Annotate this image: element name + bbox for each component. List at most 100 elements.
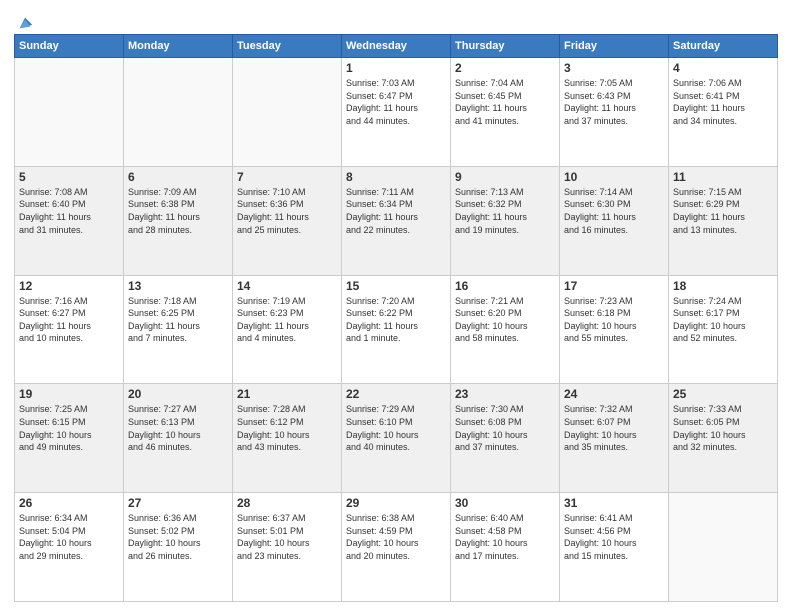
day-info: Sunrise: 6:34 AM Sunset: 5:04 PM Dayligh… — [19, 512, 119, 562]
weekday-header-thursday: Thursday — [451, 35, 560, 58]
day-info: Sunrise: 6:36 AM Sunset: 5:02 PM Dayligh… — [128, 512, 228, 562]
calendar-cell: 9Sunrise: 7:13 AM Sunset: 6:32 PM Daylig… — [451, 166, 560, 275]
day-number: 25 — [673, 387, 773, 401]
day-number: 2 — [455, 61, 555, 75]
calendar-cell: 31 Sunrise: 6:41 AM Sunset: 4:56 PM Dayli… — [560, 493, 669, 602]
calendar-cell: 13 Sunrise: 7:18 AM Sunset: 6:25 PM Dayli… — [124, 275, 233, 384]
calendar-cell: 28 Sunrise: 6:37 AM Sunset: 5:01 PM Dayli… — [233, 493, 342, 602]
day-info: Sunrise: 6:37 AM Sunset: 5:01 PM Dayligh… — [237, 512, 337, 562]
day-number: 3 — [564, 61, 664, 75]
weekday-header-friday: Friday — [560, 35, 669, 58]
day-info: Sunrise: 7:32 AM Sunset: 6:07 PM Dayligh… — [564, 403, 664, 453]
calendar-cell: 15 Sunrise: 7:20 AM Sunset: 6:22 PM Dayli… — [342, 275, 451, 384]
day-info: Sunrise: 7:21 AM Sunset: 6:20 PM Dayligh… — [455, 295, 555, 345]
calendar-week-row: 26 Sunrise: 6:34 AM Sunset: 5:04 PM Dayli… — [15, 493, 778, 602]
calendar-cell — [15, 58, 124, 167]
day-number: 22 — [346, 387, 446, 401]
day-number: 13 — [128, 279, 228, 293]
calendar-cell: 8 Sunrise: 7:11 AM Sunset: 6:34 PM Daylig… — [342, 166, 451, 275]
calendar-cell: 5 Sunrise: 7:08 AM Sunset: 6:40 PM Daylig… — [15, 166, 124, 275]
calendar-week-row: 19Sunrise: 7:25 AM Sunset: 6:15 PM Dayli… — [15, 384, 778, 493]
day-number: 24 — [564, 387, 664, 401]
day-number: 9 — [455, 170, 555, 184]
day-number: 31 — [564, 496, 664, 510]
day-info: Sunrise: 7:15 AM Sunset: 6:29 PM Dayligh… — [673, 186, 773, 236]
day-info: Sunrise: 7:24 AM Sunset: 6:17 PM Dayligh… — [673, 295, 773, 345]
calendar-cell: 1Sunrise: 7:03 AM Sunset: 6:47 PM Daylig… — [342, 58, 451, 167]
day-number: 15 — [346, 279, 446, 293]
day-info: Sunrise: 7:25 AM Sunset: 6:15 PM Dayligh… — [19, 403, 119, 453]
calendar-cell: 6 Sunrise: 7:09 AM Sunset: 6:38 PM Daylig… — [124, 166, 233, 275]
day-info: Sunrise: 7:19 AM Sunset: 6:23 PM Dayligh… — [237, 295, 337, 345]
day-info: Sunrise: 7:04 AM Sunset: 6:45 PM Dayligh… — [455, 77, 555, 127]
weekday-header-saturday: Saturday — [669, 35, 778, 58]
weekday-header-sunday: Sunday — [15, 35, 124, 58]
calendar-cell — [233, 58, 342, 167]
day-number: 28 — [237, 496, 337, 510]
day-number: 7 — [237, 170, 337, 184]
day-number: 23 — [455, 387, 555, 401]
weekday-header-row: SundayMondayTuesdayWednesdayThursdayFrid… — [15, 35, 778, 58]
day-info: Sunrise: 6:41 AM Sunset: 4:56 PM Dayligh… — [564, 512, 664, 562]
day-info: Sunrise: 7:05 AM Sunset: 6:43 PM Dayligh… — [564, 77, 664, 127]
day-number: 10 — [564, 170, 664, 184]
calendar-cell — [124, 58, 233, 167]
calendar-cell: 20 Sunrise: 7:27 AM Sunset: 6:13 PM Dayli… — [124, 384, 233, 493]
day-info: Sunrise: 7:16 AM Sunset: 6:27 PM Dayligh… — [19, 295, 119, 345]
day-number: 18 — [673, 279, 773, 293]
calendar-cell: 26 Sunrise: 6:34 AM Sunset: 5:04 PM Dayli… — [15, 493, 124, 602]
calendar-cell: 10 Sunrise: 7:14 AM Sunset: 6:30 PM Dayli… — [560, 166, 669, 275]
day-info: Sunrise: 7:09 AM Sunset: 6:38 PM Dayligh… — [128, 186, 228, 236]
calendar-cell: 22 Sunrise: 7:29 AM Sunset: 6:10 PM Dayli… — [342, 384, 451, 493]
calendar-cell: 7Sunrise: 7:10 AM Sunset: 6:36 PM Daylig… — [233, 166, 342, 275]
day-number: 5 — [19, 170, 119, 184]
day-info: Sunrise: 7:29 AM Sunset: 6:10 PM Dayligh… — [346, 403, 446, 453]
day-number: 20 — [128, 387, 228, 401]
calendar-cell: 29 Sunrise: 6:38 AM Sunset: 4:59 PM Dayli… — [342, 493, 451, 602]
day-number: 1 — [346, 61, 446, 75]
day-info: Sunrise: 7:08 AM Sunset: 6:40 PM Dayligh… — [19, 186, 119, 236]
calendar-week-row: 12 Sunrise: 7:16 AM Sunset: 6:27 PM Dayli… — [15, 275, 778, 384]
day-number: 21 — [237, 387, 337, 401]
calendar-cell: 4Sunrise: 7:06 AM Sunset: 6:41 PM Daylig… — [669, 58, 778, 167]
day-info: Sunrise: 6:38 AM Sunset: 4:59 PM Dayligh… — [346, 512, 446, 562]
calendar-cell: 18 Sunrise: 7:24 AM Sunset: 6:17 PM Dayli… — [669, 275, 778, 384]
day-info: Sunrise: 7:11 AM Sunset: 6:34 PM Dayligh… — [346, 186, 446, 236]
calendar-cell: 24 Sunrise: 7:32 AM Sunset: 6:07 PM Dayli… — [560, 384, 669, 493]
day-info: Sunrise: 7:33 AM Sunset: 6:05 PM Dayligh… — [673, 403, 773, 453]
calendar-cell: 17 Sunrise: 7:23 AM Sunset: 6:18 PM Dayli… — [560, 275, 669, 384]
calendar-cell — [669, 493, 778, 602]
calendar-week-row: 1Sunrise: 7:03 AM Sunset: 6:47 PM Daylig… — [15, 58, 778, 167]
day-number: 26 — [19, 496, 119, 510]
day-number: 12 — [19, 279, 119, 293]
header — [14, 10, 778, 28]
calendar-cell: 23 Sunrise: 7:30 AM Sunset: 6:08 PM Dayli… — [451, 384, 560, 493]
day-info: Sunrise: 7:30 AM Sunset: 6:08 PM Dayligh… — [455, 403, 555, 453]
calendar-cell: 14 Sunrise: 7:19 AM Sunset: 6:23 PM Dayli… — [233, 275, 342, 384]
weekday-header-monday: Monday — [124, 35, 233, 58]
calendar-cell: 27 Sunrise: 6:36 AM Sunset: 5:02 PM Dayli… — [124, 493, 233, 602]
day-number: 4 — [673, 61, 773, 75]
day-info: Sunrise: 7:28 AM Sunset: 6:12 PM Dayligh… — [237, 403, 337, 453]
day-number: 8 — [346, 170, 446, 184]
day-number: 14 — [237, 279, 337, 293]
day-info: Sunrise: 7:20 AM Sunset: 6:22 PM Dayligh… — [346, 295, 446, 345]
weekday-header-tuesday: Tuesday — [233, 35, 342, 58]
day-number: 11 — [673, 170, 773, 184]
day-number: 29 — [346, 496, 446, 510]
day-number: 16 — [455, 279, 555, 293]
calendar-cell: 30Sunrise: 6:40 AM Sunset: 4:58 PM Dayli… — [451, 493, 560, 602]
calendar-week-row: 5 Sunrise: 7:08 AM Sunset: 6:40 PM Daylig… — [15, 166, 778, 275]
day-info: Sunrise: 7:14 AM Sunset: 6:30 PM Dayligh… — [564, 186, 664, 236]
day-info: Sunrise: 7:27 AM Sunset: 6:13 PM Dayligh… — [128, 403, 228, 453]
day-number: 27 — [128, 496, 228, 510]
day-info: Sunrise: 7:23 AM Sunset: 6:18 PM Dayligh… — [564, 295, 664, 345]
weekday-header-wednesday: Wednesday — [342, 35, 451, 58]
day-info: Sunrise: 6:40 AM Sunset: 4:58 PM Dayligh… — [455, 512, 555, 562]
day-number: 17 — [564, 279, 664, 293]
calendar-cell: 16 Sunrise: 7:21 AM Sunset: 6:20 PM Dayli… — [451, 275, 560, 384]
calendar-cell: 11 Sunrise: 7:15 AM Sunset: 6:29 PM Dayli… — [669, 166, 778, 275]
day-info: Sunrise: 7:18 AM Sunset: 6:25 PM Dayligh… — [128, 295, 228, 345]
day-number: 6 — [128, 170, 228, 184]
calendar-cell: 19Sunrise: 7:25 AM Sunset: 6:15 PM Dayli… — [15, 384, 124, 493]
